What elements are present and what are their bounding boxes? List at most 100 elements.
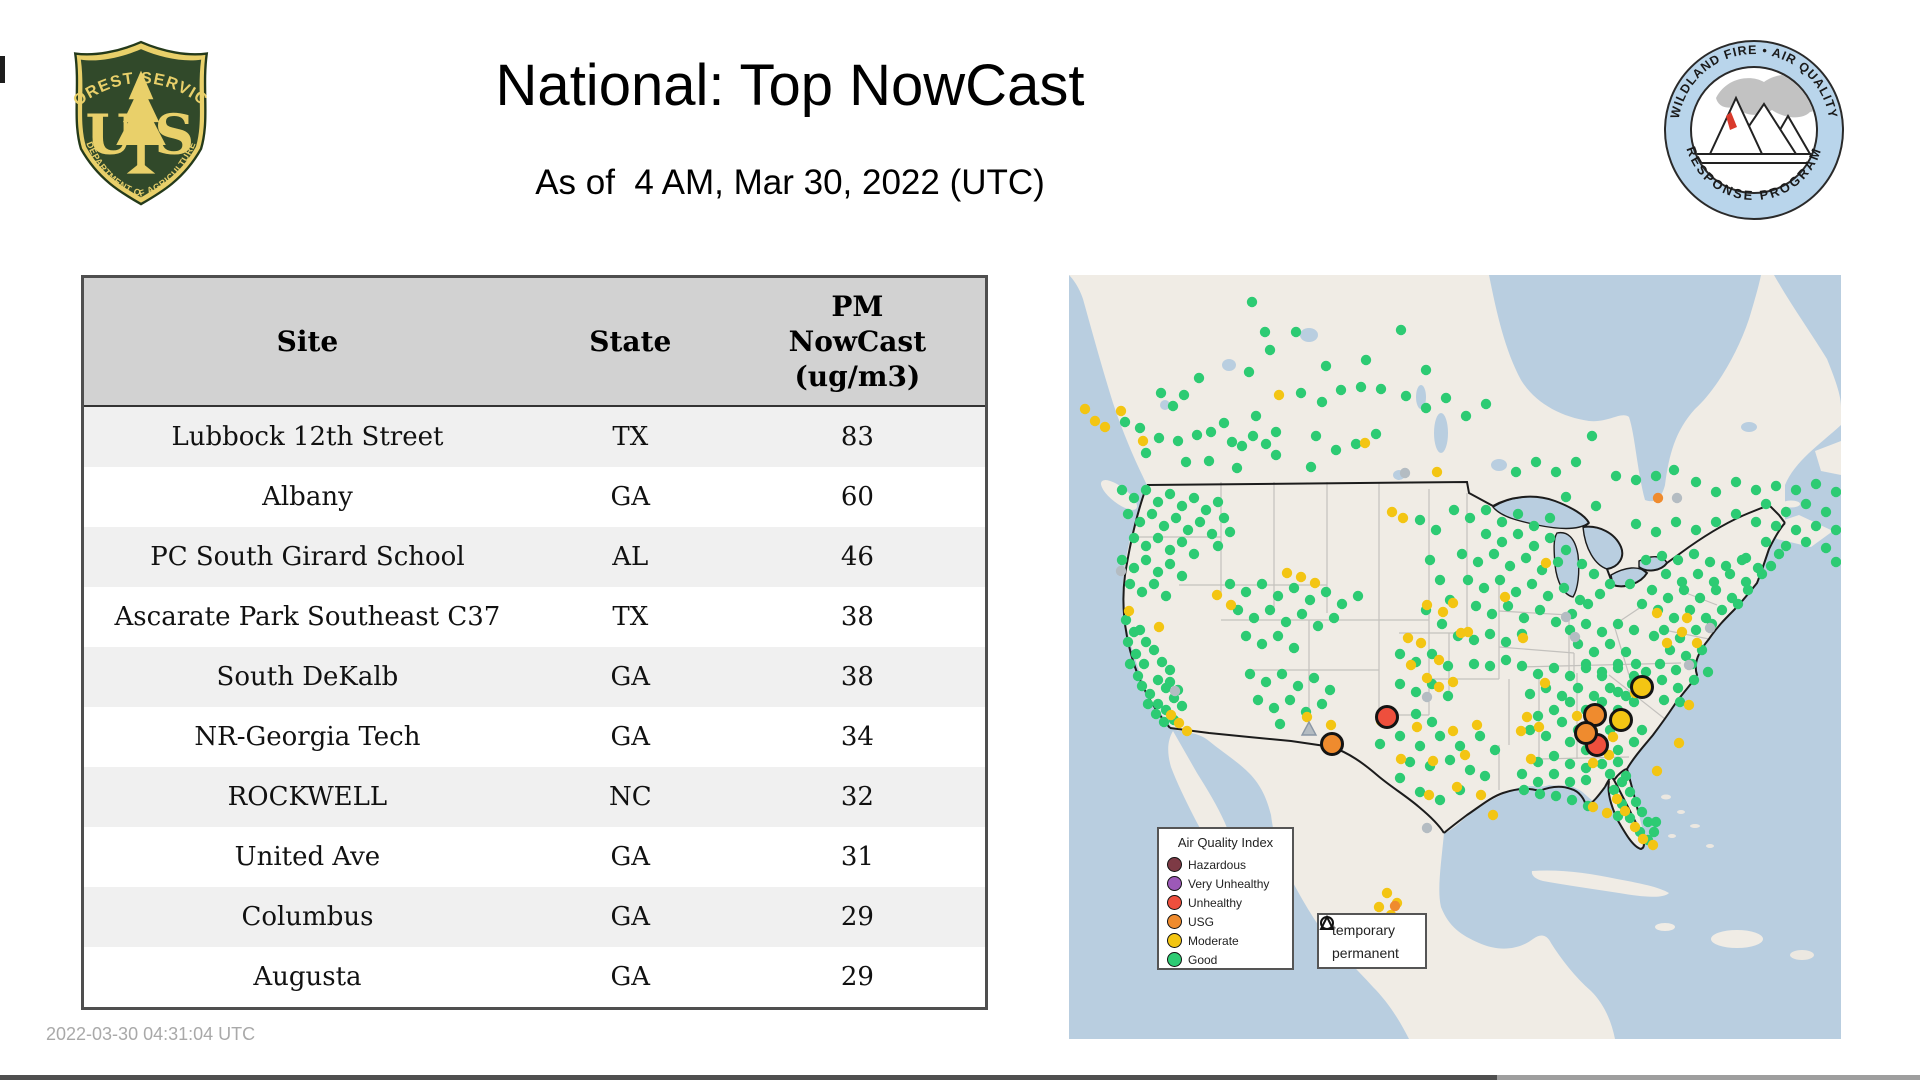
monitor-dot-moderate[interactable] bbox=[1462, 626, 1474, 638]
monitor-dot-good[interactable] bbox=[1164, 544, 1176, 556]
monitor-dot-good[interactable] bbox=[1604, 682, 1616, 694]
monitor-dot-good[interactable] bbox=[1128, 532, 1140, 544]
monitor-dot-good[interactable] bbox=[1550, 616, 1562, 628]
monitor-dot-good[interactable] bbox=[1830, 556, 1841, 568]
monitor-dot-good[interactable] bbox=[1352, 590, 1364, 602]
monitor-dot-good[interactable] bbox=[1442, 660, 1454, 672]
monitor-dot-moderate[interactable] bbox=[1359, 437, 1371, 449]
monitor-dot-moderate[interactable] bbox=[1683, 699, 1695, 711]
monitor-dot-moderate[interactable] bbox=[1165, 709, 1177, 721]
monitor-dot-good[interactable] bbox=[1716, 604, 1728, 616]
monitor-dot-good[interactable] bbox=[1218, 417, 1230, 429]
monitor-dot-good[interactable] bbox=[1124, 658, 1136, 670]
monitor-dot-good[interactable] bbox=[1188, 548, 1200, 560]
monitor-dot-good[interactable] bbox=[1134, 624, 1146, 636]
monitor-dot-good[interactable] bbox=[1264, 604, 1276, 616]
monitor-dot-moderate[interactable] bbox=[1211, 589, 1223, 601]
monitor-dot-moderate[interactable] bbox=[1487, 809, 1499, 821]
monitor-dot-moderate[interactable] bbox=[1629, 821, 1641, 833]
monitor-dot-nodata[interactable] bbox=[1421, 691, 1433, 703]
monitor-dot-good[interactable] bbox=[1355, 381, 1367, 393]
monitor-dot-moderate[interactable] bbox=[1309, 577, 1321, 589]
monitor-dot-moderate[interactable] bbox=[1651, 607, 1663, 619]
monitor-dot-good[interactable] bbox=[1194, 516, 1206, 528]
monitor-dot-good[interactable] bbox=[1140, 636, 1152, 648]
monitor-dot-good[interactable] bbox=[1284, 694, 1296, 706]
monitor-dot-nodata[interactable] bbox=[1169, 685, 1181, 697]
monitor-dot-moderate[interactable] bbox=[1437, 606, 1449, 618]
monitor-dot-good[interactable] bbox=[1520, 552, 1532, 564]
monitor-dot-nodata[interactable] bbox=[1569, 631, 1581, 643]
monitor-dot-good[interactable] bbox=[1472, 556, 1484, 568]
monitor-dot-good[interactable] bbox=[1624, 786, 1636, 798]
monitor-dot-good[interactable] bbox=[1558, 582, 1570, 594]
monitor-dot-good[interactable] bbox=[1224, 526, 1236, 538]
monitor-dot-good[interactable] bbox=[1164, 676, 1176, 688]
monitor-dot-good[interactable] bbox=[1550, 466, 1562, 478]
monitor-dot-good[interactable] bbox=[1310, 430, 1322, 442]
monitor-dot-good[interactable] bbox=[1394, 772, 1406, 784]
monitor-dot-good[interactable] bbox=[1152, 496, 1164, 508]
monitor-dot-moderate[interactable] bbox=[1281, 567, 1293, 579]
monitor-dot-good[interactable] bbox=[1240, 630, 1252, 642]
top-site-ring-marker-moderate[interactable] bbox=[1609, 708, 1633, 732]
monitor-dot-good[interactable] bbox=[1182, 524, 1194, 536]
monitor-dot-good[interactable] bbox=[1760, 536, 1772, 548]
monitor-dot-good[interactable] bbox=[1374, 738, 1386, 750]
monitor-dot-good[interactable] bbox=[1510, 586, 1522, 598]
monitor-dot-good[interactable] bbox=[1442, 690, 1454, 702]
monitor-dot-good[interactable] bbox=[1660, 568, 1672, 580]
top-site-ring-marker-usg[interactable] bbox=[1320, 732, 1344, 756]
monitor-dot-good[interactable] bbox=[1160, 590, 1172, 602]
monitor-dot-good[interactable] bbox=[1496, 516, 1508, 528]
monitor-dot-good[interactable] bbox=[1274, 718, 1286, 730]
monitor-dot-good[interactable] bbox=[1304, 594, 1316, 606]
monitor-dot-good[interactable] bbox=[1770, 480, 1782, 492]
monitor-dot-good[interactable] bbox=[1120, 614, 1132, 626]
monitor-dot-good[interactable] bbox=[1296, 608, 1308, 620]
monitor-dot-moderate[interactable] bbox=[1433, 681, 1445, 693]
monitor-dot-good[interactable] bbox=[1119, 416, 1131, 428]
monitor-dot-good[interactable] bbox=[1518, 784, 1530, 796]
monitor-dot-moderate[interactable] bbox=[1447, 676, 1459, 688]
monitor-dot-good[interactable] bbox=[1259, 326, 1271, 338]
monitor-dot-moderate[interactable] bbox=[1539, 677, 1551, 689]
monitor-dot-nodata[interactable] bbox=[1671, 492, 1683, 504]
monitor-dot-good[interactable] bbox=[1542, 590, 1554, 602]
monitor-dot-good[interactable] bbox=[1544, 512, 1556, 524]
monitor-dot-good[interactable] bbox=[1414, 786, 1426, 798]
monitor-dot-good[interactable] bbox=[1596, 758, 1608, 770]
monitor-dot-good[interactable] bbox=[1710, 516, 1722, 528]
monitor-dot-good[interactable] bbox=[1236, 440, 1248, 452]
monitor-dot-good[interactable] bbox=[1420, 364, 1432, 376]
monitor-dot-good[interactable] bbox=[1153, 432, 1165, 444]
monitor-dot-good[interactable] bbox=[1464, 512, 1476, 524]
monitor-dot-good[interactable] bbox=[1410, 708, 1422, 720]
monitor-dot-good[interactable] bbox=[1765, 560, 1777, 572]
monitor-dot-moderate[interactable] bbox=[1325, 719, 1337, 731]
monitor-dot-good[interactable] bbox=[1489, 744, 1501, 756]
monitor-dot-good[interactable] bbox=[1226, 436, 1238, 448]
monitor-dot-good[interactable] bbox=[1479, 770, 1491, 782]
monitor-dot-good[interactable] bbox=[1142, 698, 1154, 710]
monitor-dot-good[interactable] bbox=[1172, 435, 1184, 447]
monitor-dot-good[interactable] bbox=[1526, 578, 1538, 590]
monitor-dot-good[interactable] bbox=[1580, 618, 1592, 630]
monitor-dot-good[interactable] bbox=[1205, 426, 1217, 438]
monitor-dot-good[interactable] bbox=[1176, 570, 1188, 582]
monitor-dot-good[interactable] bbox=[1636, 806, 1648, 818]
monitor-dot-good[interactable] bbox=[1582, 598, 1594, 610]
monitor-dot-good[interactable] bbox=[1630, 474, 1642, 486]
monitor-dot-good[interactable] bbox=[1122, 508, 1134, 520]
monitor-dot-good[interactable] bbox=[1170, 512, 1182, 524]
monitor-dot-moderate[interactable] bbox=[1421, 672, 1433, 684]
monitor-dot-moderate[interactable] bbox=[1499, 591, 1511, 603]
monitor-dot-good[interactable] bbox=[1736, 554, 1748, 566]
monitor-dot-good[interactable] bbox=[1534, 788, 1546, 800]
monitor-dot-good[interactable] bbox=[1628, 696, 1640, 708]
monitor-dot-moderate[interactable] bbox=[1427, 755, 1439, 767]
monitor-dot-good[interactable] bbox=[1524, 688, 1536, 700]
monitor-dot-good[interactable] bbox=[1530, 456, 1542, 468]
monitor-dot-good[interactable] bbox=[1830, 524, 1841, 536]
monitor-dot-good[interactable] bbox=[1594, 588, 1606, 600]
